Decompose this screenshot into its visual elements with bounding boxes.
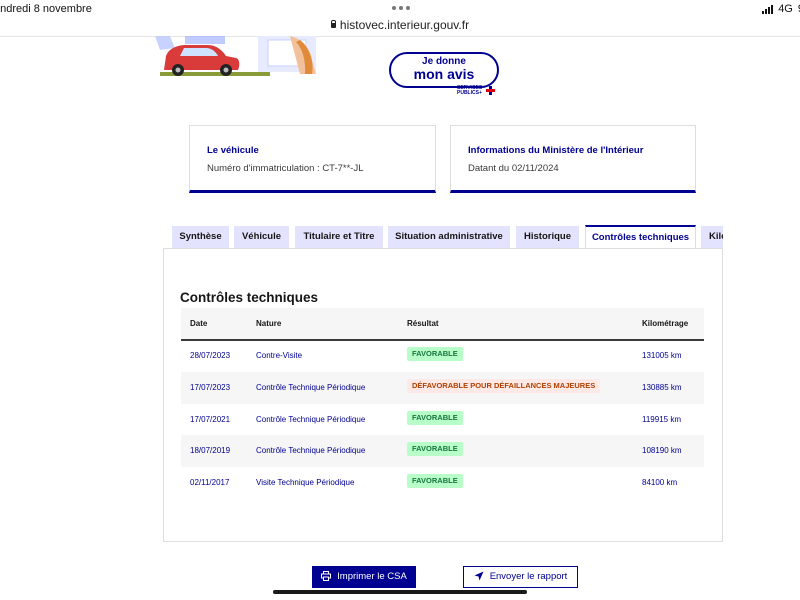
row-mileage: 84100 km (642, 478, 678, 487)
signal-icon (762, 4, 774, 14)
status-badge: FAVORABLE (407, 442, 463, 456)
url-bar[interactable]: histovec.interieur.gouv.fr (0, 18, 800, 32)
send-report-button[interactable]: Envoyer le rapport (463, 566, 578, 588)
header-nature: Nature (256, 319, 282, 328)
table-row: 18/07/2019 Contrôle Technique Périodique… (181, 435, 704, 467)
table-row: 02/11/2017 Visite Technique Périodique F… (181, 467, 704, 499)
status-indicators: 4G 9 (762, 3, 800, 15)
url-text: histovec.interieur.gouv.fr (339, 18, 470, 32)
table-header: Date Nature Résultat Kilométrage (181, 308, 704, 341)
network-label: 4G (778, 3, 793, 15)
send-label: Envoyer le rapport (489, 571, 568, 582)
lock-icon (330, 20, 336, 28)
print-csa-button[interactable]: Imprimer le CSA (312, 566, 416, 588)
header-result: Résultat (407, 319, 439, 328)
status-badge: FAVORABLE (407, 411, 463, 425)
tab-kilometrage[interactable]: Kilo (701, 226, 723, 248)
logo-line2: PUBLICS+ (457, 90, 482, 96)
tab-titulaire[interactable]: Titulaire et Titre (295, 226, 383, 248)
print-label: Imprimer le CSA (337, 571, 407, 582)
row-nature: Contrôle Technique Périodique (256, 446, 366, 455)
status-badge: DÉFAVORABLE POUR DÉFAILLANCES MAJEURES (407, 379, 601, 393)
vehicle-card-title: Le véhicule (207, 145, 259, 156)
send-icon (474, 571, 484, 581)
table-row: 28/07/2023 Contre-Visite FAVORABLE 13100… (181, 340, 704, 372)
ministry-info-card: Informations du Ministère de l'Intérieur… (450, 125, 696, 193)
services-publics-plus-icon (486, 86, 495, 95)
row-date: 18/07/2019 (190, 446, 231, 455)
table-row: 17/07/2023 Contrôle Technique Périodique… (181, 372, 704, 404)
header-date: Date (190, 319, 208, 328)
more-dots-icon[interactable] (392, 6, 410, 10)
row-date: 02/11/2017 (190, 478, 230, 487)
ministry-card-text: Datant du 02/11/2024 (468, 163, 559, 174)
status-badge: FAVORABLE (407, 474, 463, 488)
row-date: 28/07/2023 (190, 351, 231, 360)
row-mileage: 108190 km (642, 446, 682, 455)
row-nature: Contre-Visite (256, 351, 303, 360)
row-mileage: 130885 km (642, 383, 682, 392)
row-mileage: 119915 km (642, 415, 681, 424)
tab-synthese[interactable]: Synthèse (172, 226, 229, 248)
give-feedback-button[interactable]: Je donne mon avis (389, 52, 499, 88)
row-nature: Contrôle Technique Périodique (256, 415, 366, 424)
browser-bar: endredi 8 novembre 4G 9 histovec.interie… (0, 0, 800, 37)
tab-vehicule[interactable]: Véhicule (234, 226, 289, 248)
printer-icon (321, 571, 332, 582)
services-publics-logo: SERVICES PUBLICS+ (457, 86, 482, 96)
tab-controles-techniques[interactable]: Contrôles techniques (585, 225, 696, 250)
header-mileage: Kilométrage (642, 319, 689, 328)
row-mileage: 131005 km (642, 351, 682, 360)
status-date: endredi 8 novembre (0, 3, 92, 15)
row-date: 17/07/2023 (190, 383, 231, 392)
vehicle-card-text: Numéro d'immatriculation : CT-7**-JL (207, 163, 364, 174)
home-indicator (273, 590, 527, 594)
row-nature: Visite Technique Périodique (256, 478, 355, 487)
table-row: 17/07/2021 Contrôle Technique Périodique… (181, 404, 704, 436)
vehicle-card: Le véhicule Numéro d'immatriculation : C… (189, 125, 436, 193)
ministry-card-title: Informations du Ministère de l'Intérieur (468, 145, 644, 156)
section-title: Contrôles techniques (180, 290, 319, 305)
row-nature: Contrôle Technique Périodique (256, 383, 366, 392)
row-date: 17/07/2021 (190, 415, 231, 424)
feedback-line2: mon avis (413, 66, 475, 82)
tab-historique[interactable]: Historique (516, 226, 579, 248)
car-illustration (155, 36, 316, 76)
tab-situation-administrative[interactable]: Situation administrative (388, 226, 510, 248)
status-badge: FAVORABLE (407, 347, 463, 361)
